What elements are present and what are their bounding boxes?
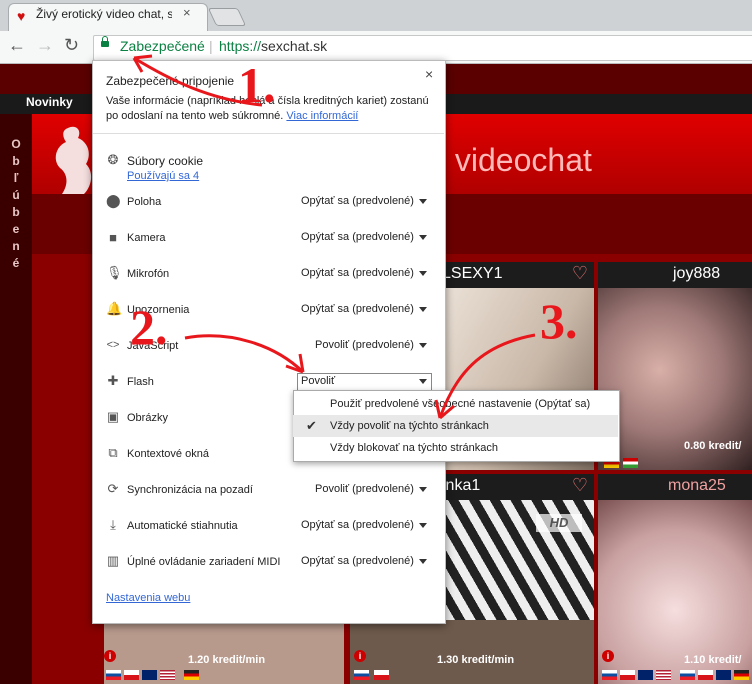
annotation-arrows bbox=[132, 54, 536, 420]
annotation-number-2: 2. bbox=[130, 299, 168, 355]
annotation-number-3: 3. bbox=[540, 293, 578, 349]
annotation-number-1: 1. bbox=[238, 57, 276, 113]
